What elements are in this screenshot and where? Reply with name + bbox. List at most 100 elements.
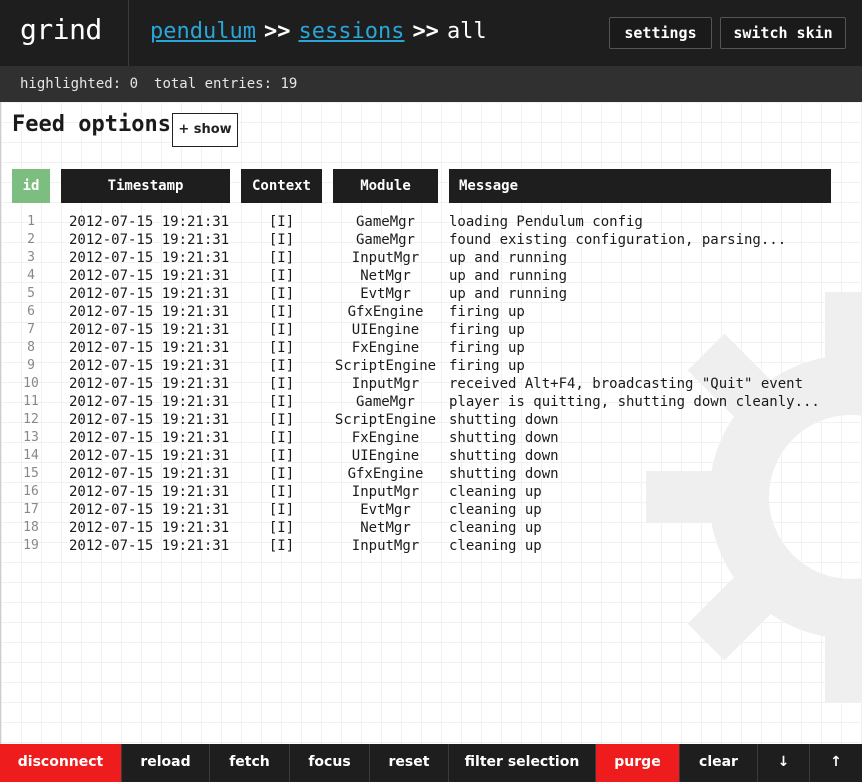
breadcrumb-separator: >> <box>412 19 439 44</box>
cell-id: 7 <box>27 322 35 337</box>
cell-message: firing up <box>449 340 525 356</box>
reset-button[interactable]: reset <box>370 744 449 782</box>
footer-toolbar: disconnect reload fetch focus reset filt… <box>0 744 862 782</box>
cell-message: firing up <box>449 322 525 338</box>
purge-button[interactable]: purge <box>596 744 680 782</box>
table-row[interactable]: 18 2012-07-15 19:21:31 [I] NetMgr cleaning u… <box>1 519 862 537</box>
cell-id: 5 <box>27 286 35 301</box>
cell-module: GfxEngine <box>347 304 424 320</box>
cell-module: UIEngine <box>351 448 420 464</box>
cell-module: NetMgr <box>360 520 411 536</box>
focus-button[interactable]: focus <box>290 744 370 782</box>
table-row[interactable]: 15 2012-07-15 19:21:31 [I] GfxEngine shuttin… <box>1 465 862 483</box>
table-row[interactable]: 6 2012-07-15 19:21:31 [I] GfxEngine firing u… <box>1 303 862 321</box>
settings-button[interactable]: settings <box>609 17 712 49</box>
column-header-id[interactable]: id <box>12 169 50 203</box>
cell-timestamp: 2012-07-15 19:21:31 <box>69 448 230 464</box>
table-row[interactable]: 3 2012-07-15 19:21:31 [I] InputMgr up and ru… <box>1 249 862 267</box>
cell-module: NetMgr <box>360 268 411 284</box>
feed-options-title: Feed options <box>12 112 171 137</box>
highlighted-count: highlighted: 0 <box>20 76 139 92</box>
cell-context: [I] <box>268 268 295 284</box>
arrow-up-icon[interactable]: ↑ <box>810 744 862 782</box>
disconnect-button[interactable]: disconnect <box>0 744 122 782</box>
cell-module: EvtMgr <box>360 502 411 518</box>
cell-timestamp: 2012-07-15 19:21:31 <box>69 430 230 446</box>
cell-context: [I] <box>268 538 295 554</box>
show-feed-options-button[interactable]: + show <box>172 113 238 147</box>
cell-timestamp: 2012-07-15 19:21:31 <box>69 250 230 266</box>
table-row[interactable]: 14 2012-07-15 19:21:31 [I] UIEngine shutting… <box>1 447 862 465</box>
reload-button[interactable]: reload <box>122 744 210 782</box>
table-row[interactable]: 16 2012-07-15 19:21:31 [I] InputMgr cleaning… <box>1 483 862 501</box>
cell-module: ScriptEngine <box>334 412 437 428</box>
table-row[interactable]: 5 2012-07-15 19:21:31 [I] EvtMgr up and runn… <box>1 285 862 303</box>
cell-id: 1 <box>27 214 35 229</box>
cell-context: [I] <box>268 376 295 392</box>
cell-module: GameMgr <box>355 394 415 410</box>
cell-timestamp: 2012-07-15 19:21:31 <box>69 358 230 374</box>
cell-context: [I] <box>268 250 295 266</box>
app-header: grind pendulum >> sessions >> all settings s… <box>0 0 862 66</box>
cell-timestamp: 2012-07-15 19:21:31 <box>69 520 230 536</box>
clear-button[interactable]: clear <box>680 744 758 782</box>
table-row[interactable]: 1 2012-07-15 19:21:31 [I] GameMgr loading Pe… <box>1 213 862 231</box>
cell-timestamp: 2012-07-15 19:21:31 <box>69 376 230 392</box>
table-row[interactable]: 8 2012-07-15 19:21:31 [I] FxEngine firing up <box>1 339 862 357</box>
cell-module: InputMgr <box>351 538 420 554</box>
cell-context: [I] <box>268 340 295 356</box>
cell-module: InputMgr <box>351 250 420 266</box>
table-row[interactable]: 12 2012-07-15 19:21:31 [I] ScriptEngine shut… <box>1 411 862 429</box>
breadcrumb-pendulum[interactable]: pendulum <box>150 19 256 44</box>
cell-module: InputMgr <box>351 484 420 500</box>
cell-id: 6 <box>27 304 35 319</box>
cell-message: shutting down <box>449 448 559 464</box>
cell-id: 19 <box>23 538 39 553</box>
column-header-message[interactable]: Message <box>449 169 831 203</box>
cell-id: 8 <box>27 340 35 355</box>
cell-context: [I] <box>268 304 295 320</box>
fetch-button[interactable]: fetch <box>210 744 290 782</box>
breadcrumb-current: all <box>446 19 487 44</box>
cell-id: 18 <box>23 520 39 535</box>
cell-id: 13 <box>23 430 39 445</box>
cell-context: [I] <box>268 286 295 302</box>
app-logo[interactable]: grind <box>0 0 129 66</box>
switch-skin-button[interactable]: switch skin <box>720 17 846 49</box>
column-header-context[interactable]: Context <box>241 169 322 203</box>
table-row[interactable]: 10 2012-07-15 19:21:31 [I] InputMgr received… <box>1 375 862 393</box>
table-row[interactable]: 13 2012-07-15 19:21:31 [I] FxEngine shutting… <box>1 429 862 447</box>
cell-message: cleaning up <box>449 502 542 518</box>
cell-timestamp: 2012-07-15 19:21:31 <box>69 268 230 284</box>
cell-id: 2 <box>27 232 35 247</box>
column-header-timestamp[interactable]: Timestamp <box>61 169 230 203</box>
filter-selection-button[interactable]: filter selection <box>449 744 596 782</box>
cell-module: InputMgr <box>351 376 420 392</box>
table-row[interactable]: 2 2012-07-15 19:21:31 [I] GameMgr found exis… <box>1 231 862 249</box>
cell-id: 3 <box>27 250 35 265</box>
cell-id: 14 <box>23 448 39 463</box>
breadcrumb-sessions[interactable]: sessions <box>298 19 404 44</box>
cell-message: up and running <box>449 268 568 284</box>
cell-context: [I] <box>268 484 295 500</box>
column-header-module[interactable]: Module <box>333 169 438 203</box>
cell-module: GameMgr <box>355 214 415 230</box>
cell-context: [I] <box>268 358 295 374</box>
cell-timestamp: 2012-07-15 19:21:31 <box>69 466 230 482</box>
cell-timestamp: 2012-07-15 19:21:31 <box>69 394 230 410</box>
cell-timestamp: 2012-07-15 19:21:31 <box>69 232 230 248</box>
table-row[interactable]: 19 2012-07-15 19:21:31 [I] InputMgr cleaning… <box>1 537 862 555</box>
cell-message: shutting down <box>449 466 559 482</box>
cell-module: GameMgr <box>355 232 415 248</box>
cell-message: cleaning up <box>449 520 542 536</box>
cell-module: EvtMgr <box>360 286 411 302</box>
table-row[interactable]: 7 2012-07-15 19:21:31 [I] UIEngine firing up <box>1 321 862 339</box>
total-entries-count: total entries: 19 <box>154 76 298 92</box>
arrow-down-icon[interactable]: ↓ <box>758 744 810 782</box>
cell-id: 12 <box>23 412 39 427</box>
table-row[interactable]: 17 2012-07-15 19:21:31 [I] EvtMgr cleaning u… <box>1 501 862 519</box>
table-row[interactable]: 11 2012-07-15 19:21:31 [I] GameMgr player is… <box>1 393 862 411</box>
cell-id: 4 <box>27 268 35 283</box>
table-row[interactable]: 9 2012-07-15 19:21:31 [I] ScriptEngine firin… <box>1 357 862 375</box>
table-row[interactable]: 4 2012-07-15 19:21:31 [I] NetMgr up and runn… <box>1 267 862 285</box>
